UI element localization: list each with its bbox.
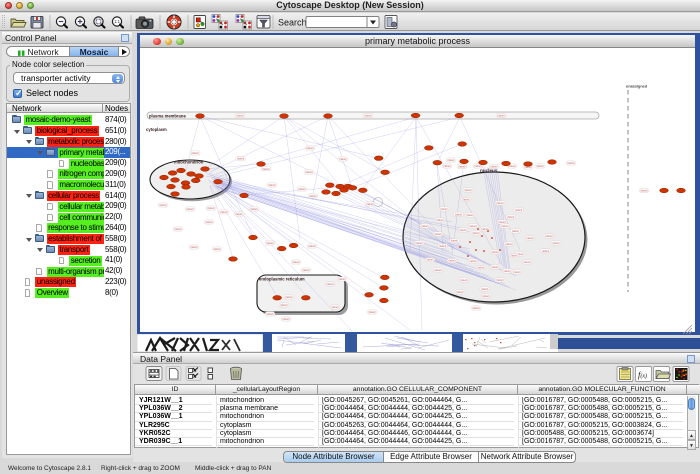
svg-text:(label): (label) bbox=[447, 158, 454, 162]
svg-text:(label): (label) bbox=[440, 207, 447, 211]
svg-text:(label): (label) bbox=[501, 224, 508, 228]
svg-text:(label): (label) bbox=[190, 245, 197, 249]
svg-text:(label): (label) bbox=[542, 249, 549, 253]
svg-text:(label): (label) bbox=[434, 268, 441, 272]
svg-text:unassigned: unassigned bbox=[626, 85, 648, 89]
svg-text:(label): (label) bbox=[220, 210, 227, 214]
svg-text:(label): (label) bbox=[282, 317, 289, 321]
svg-text:(label): (label) bbox=[567, 161, 574, 165]
svg-text:(label): (label) bbox=[503, 269, 510, 273]
svg-text:(label): (label) bbox=[207, 206, 214, 210]
svg-text:(label): (label) bbox=[448, 259, 455, 263]
svg-text:(label): (label) bbox=[338, 277, 345, 281]
svg-text:(label): (label) bbox=[237, 157, 244, 161]
svg-text:(label): (label) bbox=[235, 212, 242, 216]
svg-text:(label): (label) bbox=[496, 201, 503, 205]
svg-text:(label): (label) bbox=[505, 242, 512, 246]
svg-text:(label): (label) bbox=[415, 241, 422, 245]
svg-text:(label): (label) bbox=[250, 207, 257, 211]
svg-text:(label): (label) bbox=[512, 229, 519, 233]
svg-text:(label): (label) bbox=[305, 170, 312, 174]
svg-text:mitochondrion: mitochondrion bbox=[174, 160, 204, 165]
svg-text:(label): (label) bbox=[459, 228, 466, 232]
svg-text:(label): (label) bbox=[262, 167, 269, 171]
svg-text:(label): (label) bbox=[515, 208, 522, 212]
svg-text:(label): (label) bbox=[266, 241, 273, 245]
svg-text:(label): (label) bbox=[552, 241, 559, 245]
svg-text:(label): (label) bbox=[339, 157, 346, 161]
svg-text:(label): (label) bbox=[510, 254, 517, 258]
svg-text:(label): (label) bbox=[640, 189, 647, 193]
svg-text:(label): (label) bbox=[455, 212, 462, 216]
svg-text:(label): (label) bbox=[456, 290, 463, 294]
svg-text:(label): (label) bbox=[464, 188, 471, 192]
svg-text:(label): (label) bbox=[426, 258, 433, 262]
svg-text:(label): (label) bbox=[331, 305, 338, 309]
svg-text:(label): (label) bbox=[434, 232, 441, 236]
svg-text:(label): (label) bbox=[466, 213, 473, 217]
svg-text:(label): (label) bbox=[472, 306, 479, 310]
svg-text:(label): (label) bbox=[186, 207, 193, 211]
svg-text:(label): (label) bbox=[507, 215, 514, 219]
svg-text:1:1: 1:1 bbox=[114, 19, 120, 24]
svg-text:(label): (label) bbox=[326, 282, 333, 286]
svg-text:(label): (label) bbox=[481, 287, 488, 291]
svg-text:(label): (label) bbox=[469, 259, 476, 263]
svg-text:(label): (label) bbox=[498, 220, 505, 224]
svg-text:(label): (label) bbox=[497, 114, 504, 118]
svg-text:(label): (label) bbox=[491, 265, 498, 269]
svg-text:(label): (label) bbox=[366, 202, 373, 206]
svg-text:(label): (label) bbox=[460, 278, 467, 282]
svg-text:(label): (label) bbox=[191, 151, 198, 155]
svg-text:(label): (label) bbox=[302, 268, 309, 272]
svg-text:(label): (label) bbox=[472, 231, 479, 235]
svg-text:Search:: Search: bbox=[278, 17, 309, 27]
svg-text:(label): (label) bbox=[213, 247, 220, 251]
svg-text:(label): (label) bbox=[490, 165, 497, 169]
svg-text:(label): (label) bbox=[280, 303, 287, 307]
svg-text:(label): (label) bbox=[545, 234, 552, 238]
svg-text:(label): (label) bbox=[205, 220, 212, 224]
svg-text:(label): (label) bbox=[285, 295, 292, 299]
svg-text:(label): (label) bbox=[292, 260, 299, 264]
svg-text:(label): (label) bbox=[436, 218, 443, 222]
svg-text:(label): (label) bbox=[482, 294, 489, 298]
svg-text:(label): (label) bbox=[496, 278, 503, 282]
svg-text:(label): (label) bbox=[451, 239, 458, 243]
svg-text:(label): (label) bbox=[491, 250, 498, 254]
svg-text:cytoplasm: cytoplasm bbox=[146, 127, 167, 132]
svg-text:(label): (label) bbox=[268, 183, 275, 187]
svg-text:(label): (label) bbox=[174, 227, 181, 231]
svg-text:(label): (label) bbox=[308, 244, 315, 248]
svg-text:(label): (label) bbox=[523, 260, 530, 264]
svg-text:(label): (label) bbox=[159, 203, 166, 207]
svg-text:(label): (label) bbox=[469, 224, 476, 228]
svg-text:(label): (label) bbox=[368, 310, 375, 314]
svg-text:(label): (label) bbox=[306, 146, 313, 150]
svg-text:(label): (label) bbox=[421, 224, 428, 228]
svg-text:(label): (label) bbox=[513, 270, 520, 274]
svg-text:(label): (label) bbox=[439, 244, 446, 248]
svg-text:(label): (label) bbox=[298, 187, 305, 191]
svg-text:(label): (label) bbox=[462, 198, 469, 202]
svg-text:(label): (label) bbox=[536, 164, 543, 168]
svg-text:plasma membrane: plasma membrane bbox=[149, 114, 186, 119]
svg-text:(label): (label) bbox=[477, 266, 484, 270]
svg-text:(label): (label) bbox=[309, 194, 316, 198]
svg-text:(label): (label) bbox=[526, 236, 533, 240]
svg-text:(label): (label) bbox=[364, 114, 371, 118]
svg-text:(label): (label) bbox=[443, 164, 450, 168]
svg-text:(label): (label) bbox=[266, 312, 273, 316]
svg-text:(label): (label) bbox=[236, 114, 243, 118]
svg-text:(label): (label) bbox=[458, 165, 465, 169]
